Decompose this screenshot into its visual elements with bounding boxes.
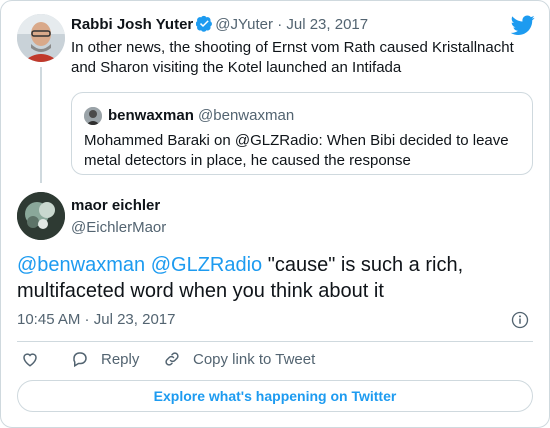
quote-author-name: benwaxman <box>108 107 194 124</box>
parent-avatar[interactable] <box>17 14 65 62</box>
tweet-timestamp[interactable]: 10:45 AM · Jul 23, 2017 <box>17 311 175 328</box>
quote-header: benwaxman @benwaxman <box>108 107 294 124</box>
verified-badge-icon <box>196 15 213 32</box>
main-author-handle[interactable]: @EichlerMaor <box>71 219 166 236</box>
main-tweet-text: @benwaxman @GLZRadio "cause" is such a r… <box>17 252 537 304</box>
mention-glzradio[interactable]: @GLZRadio <box>151 254 262 276</box>
quote-text: Mohammed Baraki on @GLZRadio: When Bibi … <box>84 132 509 169</box>
main-author-name[interactable]: maor eichler <box>71 197 160 214</box>
quote-avatar <box>84 107 102 125</box>
tweet-embed-card: Rabbi Josh Yuter @JYuter · Jul 23, 2017 I… <box>0 0 550 428</box>
link-icon <box>165 352 179 366</box>
mention-benwaxman[interactable]: @benwaxman <box>17 254 145 276</box>
tweet-date: Jul 23, 2017 <box>93 311 176 328</box>
info-icon[interactable] <box>511 311 529 329</box>
quoted-tweet[interactable]: benwaxman @benwaxman Mohammed Baraki on … <box>71 92 533 175</box>
like-button[interactable] <box>21 350 51 368</box>
copy-link-label: Copy link to Tweet <box>193 350 316 368</box>
tweet-time: 10:45 AM <box>17 311 81 328</box>
main-avatar[interactable] <box>17 192 65 240</box>
twitter-bird-icon[interactable] <box>511 13 535 37</box>
heart-icon <box>23 353 37 367</box>
copy-link-button[interactable]: Copy link to Tweet <box>163 350 315 368</box>
dot-separator: · <box>80 311 94 328</box>
parent-header: Rabbi Josh Yuter @JYuter · Jul 23, 2017 <box>71 15 368 33</box>
parent-author-name[interactable]: Rabbi Josh Yuter <box>71 16 193 33</box>
reply-label: Reply <box>101 350 140 368</box>
parent-tweet-text: In other news, the shooting of Ernst vom… <box>71 39 514 76</box>
parent-handle[interactable]: @JYuter <box>215 16 273 33</box>
explore-button[interactable]: Explore what's happening on Twitter <box>17 380 533 412</box>
quote-handle: @benwaxman <box>198 107 295 124</box>
reply-bubble-icon <box>73 352 87 368</box>
parent-date[interactable]: Jul 23, 2017 <box>286 16 368 33</box>
divider <box>17 341 533 342</box>
thread-connector-line <box>40 67 42 183</box>
reply-button[interactable]: Reply <box>71 350 139 368</box>
dot-separator: · <box>273 16 287 33</box>
